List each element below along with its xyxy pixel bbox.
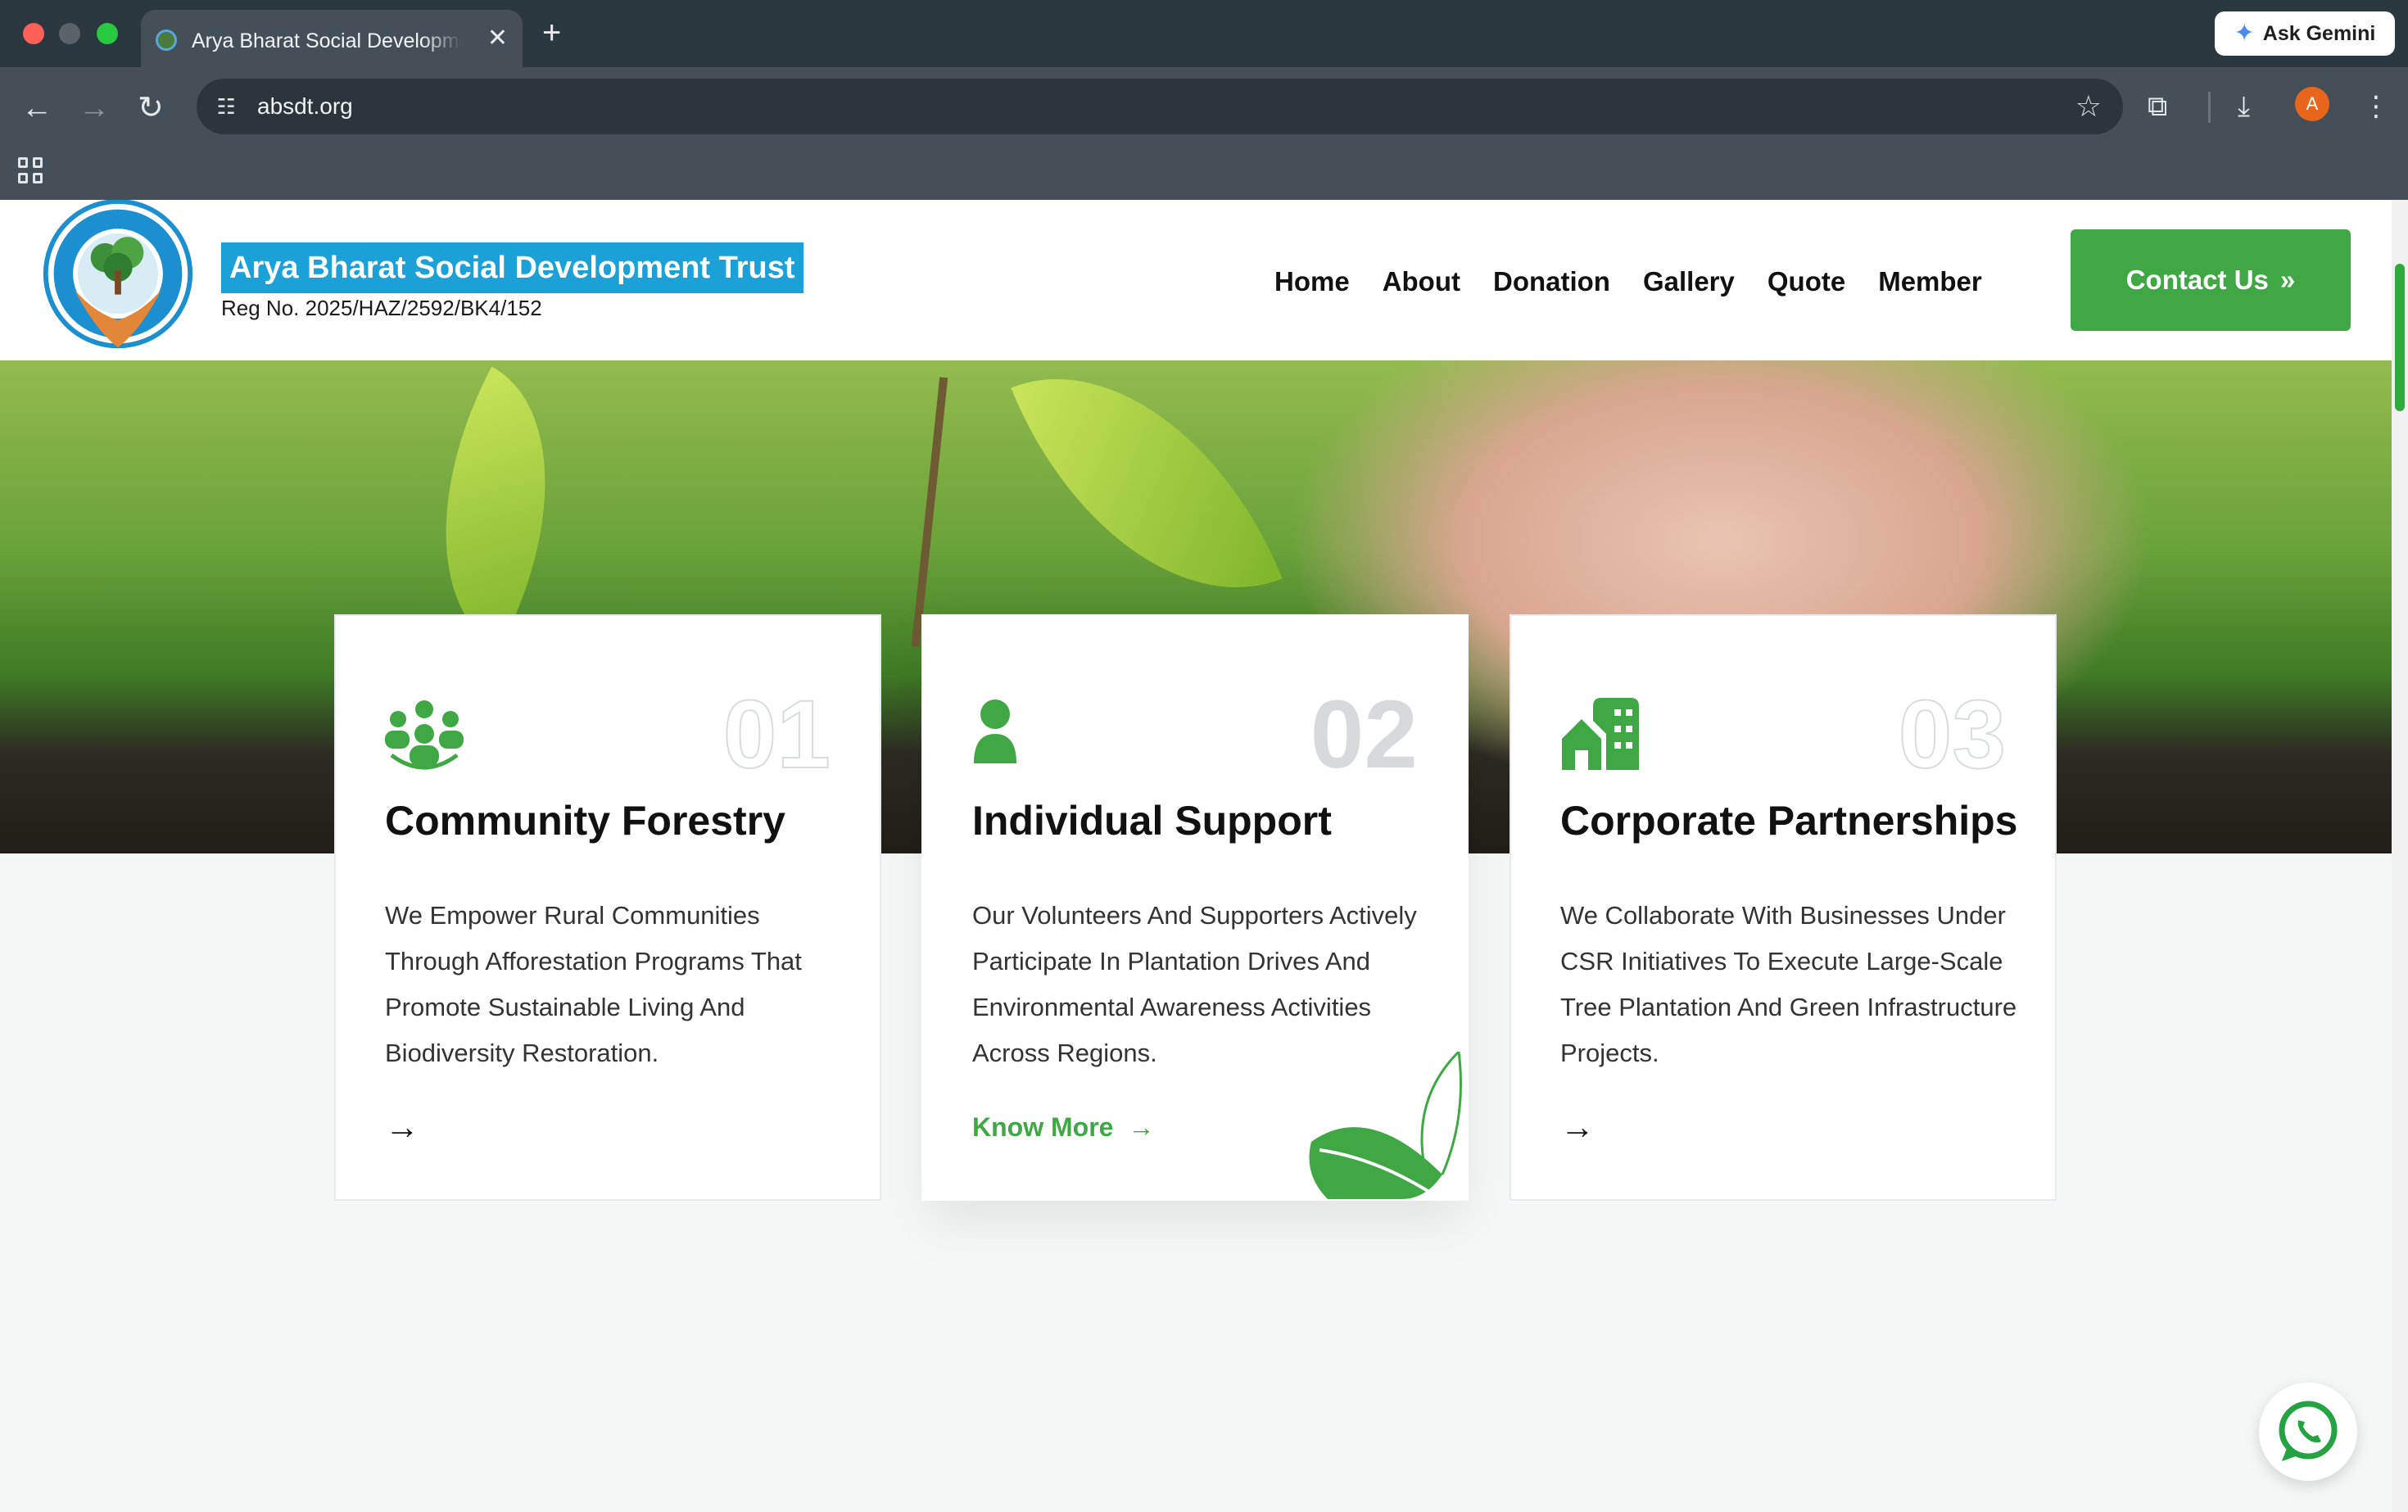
people-group-icon (385, 700, 464, 770)
ask-gemini-label: Ask Gemini (2262, 21, 2376, 45)
gemini-sparkle-icon: ✦ (2234, 20, 2255, 47)
leaf-shape (376, 366, 615, 650)
service-card-corporate-partnerships: 03 Corporate Partnerships We Collaborate… (1510, 614, 2057, 1201)
page-scrollbar[interactable] (2392, 200, 2408, 1512)
service-card-individual-support: 02 Individual Support Our Volunteers And… (921, 614, 1469, 1201)
favicon-icon (156, 29, 177, 51)
whatsapp-icon (2279, 1401, 2338, 1461)
site-info-icon[interactable]: ☷ (213, 93, 239, 120)
nav-gallery[interactable]: Gallery (1643, 264, 1735, 300)
double-chevron-right-icon: » (2279, 265, 2296, 295)
address-bar[interactable]: ☷ absdt.org ☆ (197, 79, 2123, 134)
service-card-community-forestry: 01 Community Forestry We Empower Rural C… (334, 614, 881, 1201)
card-title: Community Forestry (385, 798, 785, 844)
scrollbar-thumb[interactable] (2395, 264, 2405, 411)
tab-close-icon[interactable]: ✕ (487, 25, 508, 52)
bookmark-star-icon[interactable]: ☆ (2075, 90, 2102, 123)
url-text[interactable]: absdt.org (257, 92, 353, 121)
arrow-right-icon[interactable]: → (1560, 1107, 1595, 1147)
decorative-leaf-icon (1309, 1052, 1462, 1199)
card-number: 01 (722, 681, 831, 789)
leaf-shape (1011, 360, 1283, 646)
ask-gemini-button[interactable]: ✦ Ask Gemini (2215, 11, 2395, 56)
bookmarks-bar (0, 144, 2408, 200)
download-icon[interactable]: ⤓ (2238, 88, 2250, 124)
nav-home[interactable]: Home (1274, 264, 1350, 300)
trust-logo-icon[interactable] (36, 200, 200, 360)
contact-us-button[interactable]: Contact Us » (2071, 229, 2351, 331)
arrow-right-icon: → (1128, 1112, 1155, 1142)
reload-icon[interactable]: ↻ (138, 90, 164, 126)
close-window-button[interactable] (23, 23, 44, 44)
nav-about[interactable]: About (1383, 264, 1460, 300)
profile-avatar[interactable]: A (2295, 87, 2329, 121)
more-menu-icon[interactable]: ⋮ (2362, 88, 2390, 124)
card-description: We Empower Rural Communities Through Aff… (385, 901, 802, 1067)
toolbar-divider (2208, 92, 2211, 123)
card-number: 02 (1310, 681, 1418, 789)
buildings-icon (1562, 698, 1639, 770)
new-tab-button[interactable]: + (542, 13, 561, 52)
browser-toolbar: ← → ↻ ☷ absdt.org ☆ ⧉ ⤓ A ⋮ (0, 67, 2408, 152)
contact-us-label: Contact Us (2125, 265, 2269, 295)
nav-donation[interactable]: Donation (1493, 264, 1610, 300)
card-description: Our Volunteers And Supporters Actively P… (972, 901, 1417, 1067)
minimize-window-button[interactable] (59, 23, 80, 44)
tab-title: Arya Bharat Social Development Trust (192, 29, 462, 52)
card-title: Individual Support (972, 798, 1332, 844)
know-more-label: Know More (972, 1112, 1114, 1142)
site-header: Arya Bharat Social Development Trust Reg… (0, 200, 2392, 360)
user-icon (974, 699, 1016, 763)
nav-member[interactable]: Member (1878, 264, 1982, 300)
forward-arrow-icon[interactable]: → (79, 90, 110, 126)
nav-quote[interactable]: Quote (1768, 264, 1845, 300)
browser-tab-strip: Arya Bharat Social Development Trust ✕ +… (0, 0, 2408, 67)
apps-grid-icon[interactable] (18, 157, 44, 183)
back-arrow-icon[interactable]: ← (21, 90, 52, 126)
card-description: We Collaborate With Businesses Under CSR… (1560, 901, 2017, 1067)
main-nav: Home About Donation Gallery Quote Member (1274, 264, 1982, 300)
card-title: Corporate Partnerships (1560, 798, 2018, 844)
browser-tab[interactable]: Arya Bharat Social Development Trust ✕ (141, 10, 523, 67)
know-more-link[interactable]: Know More → (972, 1107, 1154, 1147)
whatsapp-chat-button[interactable] (2259, 1383, 2357, 1481)
sapling-stem (911, 377, 948, 647)
registration-number: Reg No. 2025/HAZ/2592/BK4/152 (221, 296, 542, 320)
maximize-window-button[interactable] (97, 23, 118, 44)
brand-name[interactable]: Arya Bharat Social Development Trust (221, 242, 803, 293)
screen-search-icon[interactable]: ⧉ (2148, 88, 2167, 124)
web-page: Arya Bharat Social Development Trust Reg… (0, 200, 2392, 1512)
card-number: 03 (1898, 681, 2007, 789)
arrow-right-icon[interactable]: → (385, 1107, 419, 1147)
